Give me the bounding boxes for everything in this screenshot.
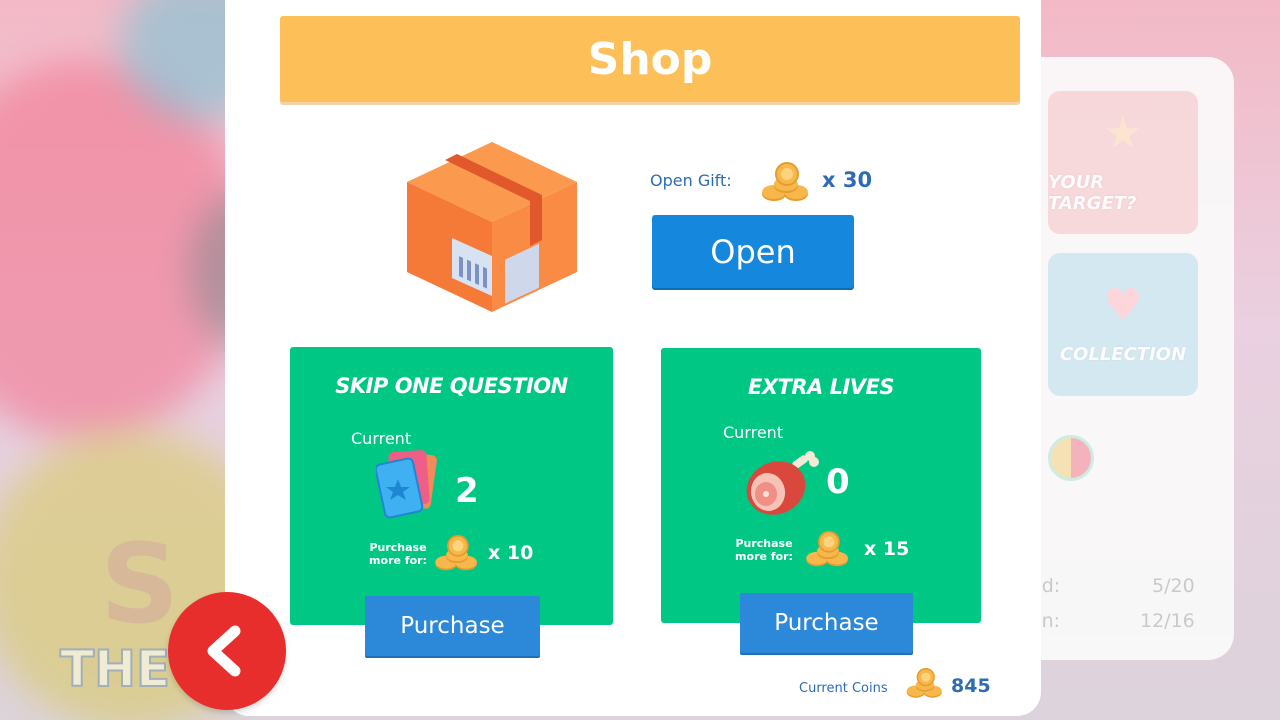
gift-box-icon	[407, 142, 577, 312]
skip-question-title: SKIP ONE QUESTION	[335, 374, 568, 398]
skip-price: x 10	[488, 542, 534, 564]
coin-stack-icon	[806, 531, 848, 567]
coin-stack-icon	[435, 535, 477, 571]
stat-value: 5/20	[1152, 575, 1195, 597]
coin-stack-icon	[762, 162, 808, 201]
stat-value: 12/16	[1140, 610, 1195, 632]
lives-current-label: Current	[723, 423, 784, 442]
extra-lives-card: EXTRA LIVES Current 0 Purchase more for:…	[661, 348, 981, 623]
skip-current-count: 2	[455, 471, 479, 511]
skip-question-card: SKIP ONE QUESTION Current 2 Purchase mor…	[290, 347, 613, 625]
heart-icon: ♥	[1103, 280, 1143, 331]
meat-drumstick-icon	[746, 451, 819, 515]
current-coins-label: Current Coins	[799, 681, 888, 696]
current-coins-value: 845	[951, 675, 991, 697]
collection-card[interactable]: ♥ COLLECTION	[1048, 253, 1198, 396]
open-gift-button[interactable]: Open	[652, 215, 854, 288]
skip-purchase-label: Purchase more for:	[369, 541, 427, 567]
background-logo-sub: THE	[59, 639, 171, 699]
purchase-skip-button[interactable]: Purchase	[365, 596, 540, 656]
skip-current-label: Current	[351, 429, 412, 448]
your-target-label: YOUR TARGET?	[1048, 171, 1137, 214]
open-gift-price: x 30	[822, 168, 873, 192]
purchase-lives-button[interactable]: Purchase	[740, 593, 913, 653]
coin-stack-icon	[906, 668, 942, 698]
chevron-left-icon	[207, 625, 241, 677]
star-icon: ★	[1103, 107, 1143, 159]
shop-title-bar: Shop	[280, 16, 1020, 102]
badge-icon	[1048, 435, 1094, 481]
collection-label: COLLECTION	[1059, 344, 1187, 365]
background-logo: S	[100, 520, 182, 648]
your-target-card[interactable]: ★ YOUR TARGET?	[1048, 91, 1198, 234]
extra-lives-title: EXTRA LIVES	[747, 375, 895, 399]
lives-current-count: 0	[826, 462, 850, 502]
shop-title: Shop	[587, 33, 713, 85]
lives-purchase-label: Purchase more for:	[735, 537, 793, 563]
lives-price: x 15	[864, 538, 910, 560]
open-gift-label: Open Gift:	[650, 171, 732, 190]
question-cards-icon	[376, 450, 437, 519]
back-button[interactable]	[168, 592, 286, 710]
shop-panel: Shop Open Gift: x 30 Open SKIP ONE QUEST…	[225, 0, 1041, 716]
